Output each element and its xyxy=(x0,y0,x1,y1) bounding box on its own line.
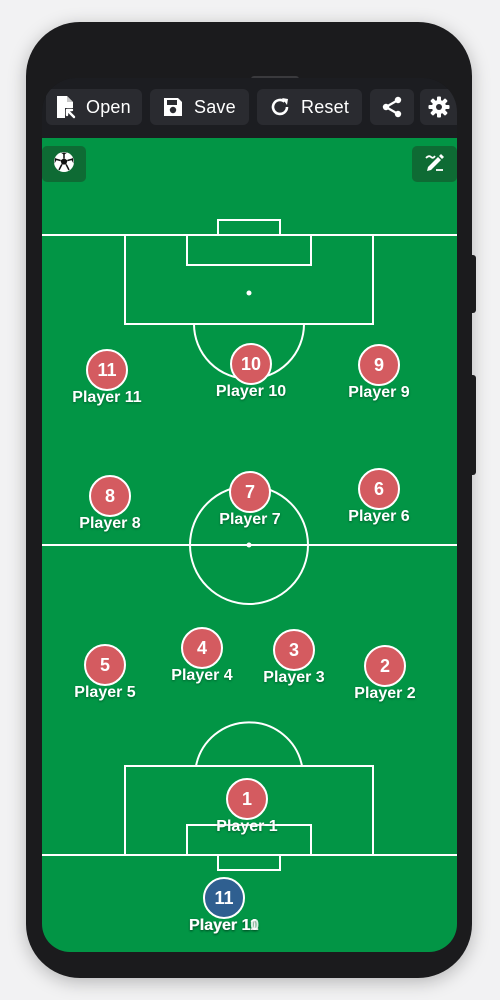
file-open-icon xyxy=(54,95,76,119)
settings-button[interactable] xyxy=(420,89,457,125)
app-screen: Open Save Reset 11 Player 11 10 Player 1… xyxy=(42,78,457,952)
player-name: Player 8 xyxy=(79,515,141,532)
player-10-marker[interactable]: 10 Player 10 xyxy=(201,343,301,401)
pencil-edit-icon xyxy=(423,150,447,179)
player-token: 1 xyxy=(226,778,268,820)
player-9-marker[interactable]: 9 Player 9 xyxy=(329,344,429,402)
gear-icon xyxy=(427,95,451,119)
soccer-pitch[interactable]: 11 Player 11 10 Player 10 9 Player 9 8 P… xyxy=(42,138,457,952)
share-icon xyxy=(380,95,404,119)
player-name: Player 5 xyxy=(74,684,136,701)
soccer-ball-icon xyxy=(52,150,76,179)
player-name: Player 4 xyxy=(171,667,233,684)
bench-name-overlap: Player 10 xyxy=(188,917,260,934)
reset-button[interactable]: Reset xyxy=(257,89,362,125)
player-7-marker[interactable]: 7 Player 7 xyxy=(200,471,300,529)
refresh-icon xyxy=(269,96,291,118)
bench-token: 11 xyxy=(203,877,245,919)
player-4-marker[interactable]: 4 Player 4 xyxy=(152,627,252,685)
player-token: 7 xyxy=(229,471,271,513)
open-label: Open xyxy=(86,96,131,117)
bench-player-marker[interactable]: 11 Player 11 Player 10 xyxy=(174,877,274,939)
player-name: Player 11 xyxy=(72,389,142,406)
share-button[interactable] xyxy=(370,89,414,125)
player-6-marker[interactable]: 6 Player 6 xyxy=(329,468,429,526)
player-name: Player 6 xyxy=(348,508,410,525)
player-name: Player 3 xyxy=(263,669,325,686)
player-token: 9 xyxy=(358,344,400,386)
power-button xyxy=(472,375,476,475)
player-11-marker[interactable]: 11 Player 11 xyxy=(57,349,157,407)
floppy-disk-icon xyxy=(162,96,184,118)
player-name: Player 9 xyxy=(348,384,410,401)
player-token: 5 xyxy=(84,644,126,686)
player-2-marker[interactable]: 2 Player 2 xyxy=(335,645,435,703)
player-token: 4 xyxy=(181,627,223,669)
player-name: Player 2 xyxy=(354,685,416,702)
player-token: 2 xyxy=(364,645,406,687)
bench-name-stack: Player 11 Player 10 xyxy=(174,917,274,939)
player-8-marker[interactable]: 8 Player 8 xyxy=(60,475,160,533)
player-token: 8 xyxy=(89,475,131,517)
save-button[interactable]: Save xyxy=(150,89,249,125)
volume-button xyxy=(472,255,476,313)
player-token: 11 xyxy=(86,349,128,391)
save-label: Save xyxy=(194,96,236,117)
player-3-marker[interactable]: 3 Player 3 xyxy=(244,629,344,687)
player-token: 6 xyxy=(358,468,400,510)
player-name: Player 10 xyxy=(215,383,287,400)
toolbar: Open Save Reset xyxy=(42,78,457,138)
player-5-marker[interactable]: 5 Player 5 xyxy=(55,644,155,702)
player-token: 3 xyxy=(273,629,315,671)
player-name: Player 7 xyxy=(219,511,281,528)
player-token: 10 xyxy=(230,343,272,385)
reset-label: Reset xyxy=(301,96,350,117)
draw-button[interactable] xyxy=(412,146,457,182)
ball-button[interactable] xyxy=(42,146,86,182)
open-button[interactable]: Open xyxy=(46,89,142,125)
player-name: Player 1 xyxy=(216,818,278,835)
player-1-marker[interactable]: 1 Player 1 xyxy=(197,778,297,836)
